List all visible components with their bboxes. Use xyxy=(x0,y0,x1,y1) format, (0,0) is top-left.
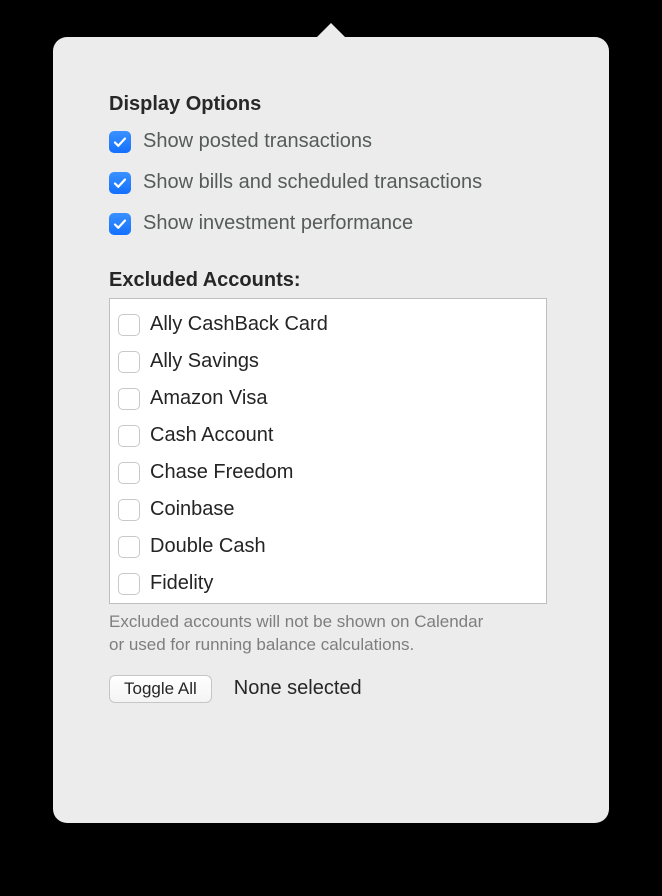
account-label: Coinbase xyxy=(150,498,235,521)
list-item[interactable]: Ally Savings xyxy=(118,343,538,380)
list-item[interactable]: Amazon Visa xyxy=(118,380,538,417)
popover: Display Options Show posted transactions… xyxy=(53,37,609,823)
account-label: Fidelity xyxy=(150,572,213,595)
checkbox-show-investment[interactable] xyxy=(109,213,131,235)
account-label: Ally CashBack Card xyxy=(150,313,328,336)
toggle-all-button[interactable]: Toggle All xyxy=(109,675,212,703)
option-show-posted[interactable]: Show posted transactions xyxy=(109,130,569,153)
checkmark-icon xyxy=(113,135,127,149)
account-label: Ally Savings xyxy=(150,350,259,373)
checkbox-account[interactable] xyxy=(118,425,140,447)
list-item[interactable]: Ally CashBack Card xyxy=(118,306,538,343)
excluded-accounts-list[interactable]: Ally CashBack Card Ally Savings Amazon V… xyxy=(109,298,547,604)
account-label: Chase Freedom xyxy=(150,461,293,484)
popover-arrow xyxy=(314,23,348,40)
list-item[interactable]: Cash Account xyxy=(118,417,538,454)
checkmark-icon xyxy=(113,217,127,231)
selection-status: None selected xyxy=(234,677,362,700)
account-label: Cash Account xyxy=(150,424,273,447)
excluded-accounts-title: Excluded Accounts: xyxy=(109,269,569,292)
checkbox-show-posted[interactable] xyxy=(109,131,131,153)
list-item[interactable]: Chase Freedom xyxy=(118,454,538,491)
checkbox-account[interactable] xyxy=(118,314,140,336)
option-label: Show bills and scheduled transactions xyxy=(143,171,482,194)
checkmark-icon xyxy=(113,176,127,190)
checkbox-account[interactable] xyxy=(118,351,140,373)
popover-body: Display Options Show posted transactions… xyxy=(53,37,609,823)
option-label: Show posted transactions xyxy=(143,130,372,153)
option-label: Show investment performance xyxy=(143,212,413,235)
checkbox-account[interactable] xyxy=(118,536,140,558)
excluded-note: Excluded accounts will not be shown on C… xyxy=(109,611,499,657)
display-options-title: Display Options xyxy=(109,93,569,116)
option-show-investment[interactable]: Show investment performance xyxy=(109,212,569,235)
checkbox-account[interactable] xyxy=(118,462,140,484)
list-item[interactable]: Double Cash xyxy=(118,528,538,565)
checkbox-show-bills[interactable] xyxy=(109,172,131,194)
footer-row: Toggle All None selected xyxy=(109,675,569,703)
checkbox-account[interactable] xyxy=(118,573,140,595)
list-item[interactable]: Fidelity xyxy=(118,565,538,602)
list-item[interactable]: Coinbase xyxy=(118,491,538,528)
option-show-bills[interactable]: Show bills and scheduled transactions xyxy=(109,171,569,194)
account-label: Double Cash xyxy=(150,535,266,558)
checkbox-account[interactable] xyxy=(118,499,140,521)
account-label: Amazon Visa xyxy=(150,387,267,410)
checkbox-account[interactable] xyxy=(118,388,140,410)
